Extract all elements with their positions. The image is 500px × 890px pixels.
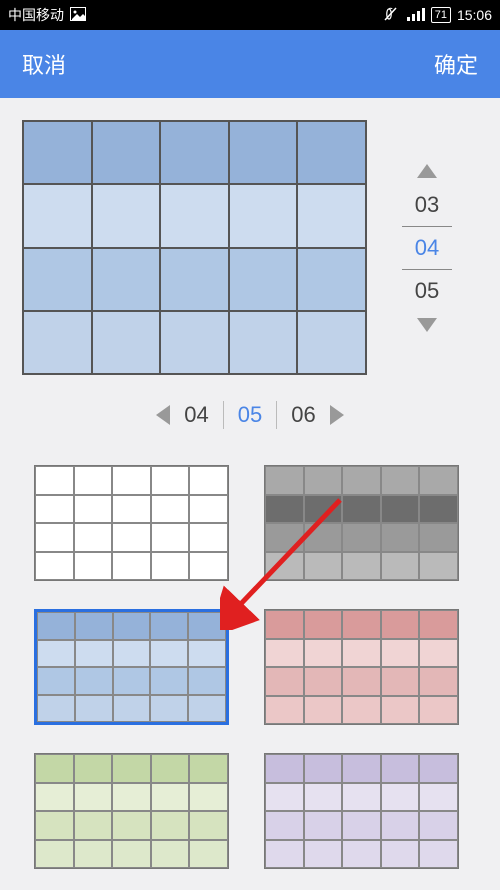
preview-cell [23,184,92,247]
status-bar: 中国移动 71 15:06 [0,0,500,30]
preview-cell [92,184,161,247]
row-spinner: 03 04 05 [387,164,467,332]
preview-cell [23,248,92,311]
style-thumb-white[interactable] [34,465,229,581]
preview-cell [23,311,92,374]
chevron-down-icon[interactable] [417,318,437,332]
carrier-label: 中国移动 [8,5,64,25]
preview-cell [297,311,366,374]
preview-cell [229,311,298,374]
preview-cell [297,248,366,311]
style-thumb-green[interactable] [34,753,229,869]
battery-indicator: 71 [431,7,451,23]
chevron-right-icon[interactable] [330,405,344,425]
chevron-up-icon[interactable] [417,164,437,178]
style-thumbnails [0,465,500,869]
preview-cell [160,184,229,247]
preview-cell [297,184,366,247]
preview-cell [229,121,298,184]
style-thumb-gray[interactable] [264,465,459,581]
clock: 15:06 [457,7,492,23]
col-value-left[interactable]: 04 [184,402,208,428]
preview-grid [22,120,367,375]
preview-cell [92,248,161,311]
cancel-button[interactable]: 取消 [22,48,66,80]
row-value-selected[interactable]: 04 [415,227,439,269]
col-spinner: 04 05 06 [0,401,500,429]
preview-cell [23,121,92,184]
col-value-right[interactable]: 06 [291,402,315,428]
preview-cell [160,248,229,311]
style-thumb-blue[interactable] [34,609,229,725]
preview-cell [297,121,366,184]
row-value-below[interactable]: 05 [415,270,439,312]
signal-icon [407,7,425,24]
preview-cell [229,248,298,311]
row-value-above[interactable]: 03 [415,184,439,226]
image-icon [70,7,86,24]
col-value-selected[interactable]: 05 [238,402,262,428]
action-bar: 取消 确定 [0,30,500,98]
style-thumb-purple[interactable] [264,753,459,869]
preview-cell [160,121,229,184]
chevron-left-icon[interactable] [156,405,170,425]
style-thumb-red[interactable] [264,609,459,725]
preview-cell [92,311,161,374]
preview-cell [92,121,161,184]
preview-cell [160,311,229,374]
confirm-button[interactable]: 确定 [434,48,478,80]
mute-icon [383,6,401,25]
preview-cell [229,184,298,247]
content: 03 04 05 04 05 06 [0,98,500,869]
